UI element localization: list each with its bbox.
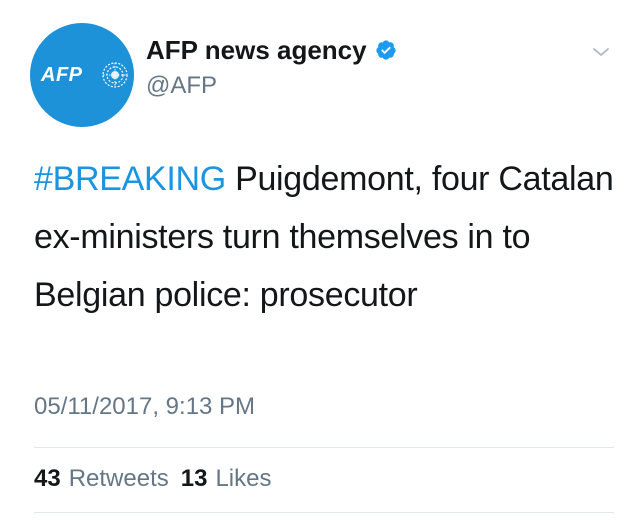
avatar[interactable]: AFP	[30, 23, 134, 127]
divider	[34, 512, 614, 513]
retweets-label: Retweets	[68, 465, 169, 492]
likes-stat[interactable]: 13 Likes	[181, 465, 272, 493]
divider	[34, 447, 614, 448]
retweets-stat[interactable]: 43 Retweets	[34, 465, 169, 493]
likes-count: 13	[180, 465, 208, 492]
tweet-card: AFP AFP news agency @AFP #BREAKING Puigd…	[0, 0, 640, 521]
author-name-row: AFP news agency	[146, 34, 397, 66]
hashtag-link[interactable]: #BREAKING	[34, 160, 226, 198]
user-handle[interactable]: @AFP	[146, 72, 217, 100]
verified-badge-icon	[375, 40, 396, 60]
globe-icon	[102, 62, 128, 88]
timestamp[interactable]: 05/11/2017, 9:13 PM	[34, 393, 255, 421]
display-name[interactable]: AFP news agency	[146, 35, 367, 66]
afp-logo-text: AFP	[41, 64, 83, 86]
retweets-count: 43	[34, 465, 61, 492]
chevron-down-icon[interactable]	[590, 44, 612, 60]
likes-label: Likes	[215, 465, 272, 492]
tweet-text: #BREAKING Puigdemont, four Catalan ex-mi…	[34, 150, 614, 324]
engagement-stats: 43 Retweets 13 Likes	[34, 465, 271, 493]
